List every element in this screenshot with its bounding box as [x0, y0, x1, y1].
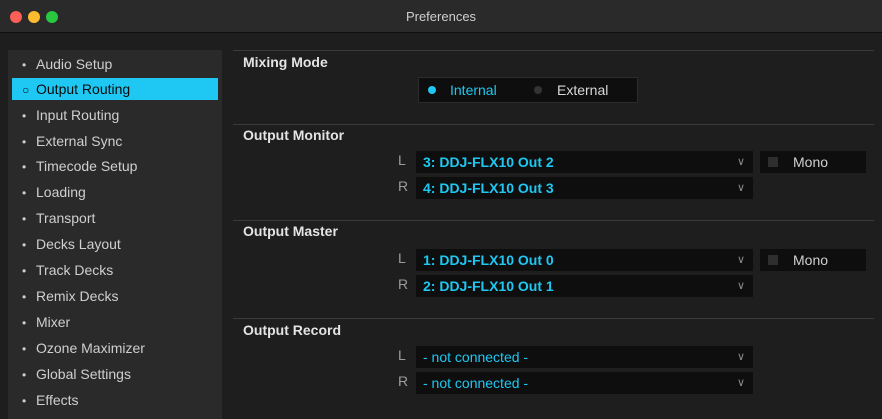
chevron-down-icon: ∨: [736, 280, 745, 292]
output-monitor-title: Output Monitor: [243, 127, 345, 143]
bullet-icon: •: [22, 316, 27, 330]
mixing-mode-external-option[interactable]: External: [527, 78, 637, 102]
sidebar-item-transport[interactable]: • Transport: [12, 207, 218, 229]
sidebar-item-label: Track Decks: [36, 262, 114, 278]
bullet-icon: •: [22, 186, 27, 200]
record-right-select[interactable]: - not connected - ∨: [416, 372, 753, 394]
sidebar-item-label: Loading: [36, 184, 86, 200]
sidebar-item-label: Output Routing: [36, 81, 131, 97]
monitor-left-select-value: 3: DDJ-FLX10 Out 2: [423, 154, 554, 170]
mixing-mode-external-label: External: [557, 82, 609, 98]
radio-selected-icon: [428, 86, 436, 94]
output-routing-panel: Mixing Mode Internal External Output Mon…: [230, 50, 876, 419]
section-divider: [233, 318, 874, 319]
checkbox-icon: [768, 255, 778, 265]
master-right-select[interactable]: 2: DDJ-FLX10 Out 1 ∨: [416, 275, 753, 297]
master-mono-toggle[interactable]: Mono: [760, 249, 866, 271]
sidebar-item-ozone-maximizer[interactable]: • Ozone Maximizer: [12, 337, 218, 359]
record-right-channel-label: R: [398, 373, 409, 389]
sidebar-item-decks-layout[interactable]: • Decks Layout: [12, 233, 218, 255]
sidebar-item-remix-decks[interactable]: • Remix Decks: [12, 285, 218, 307]
record-right-select-value: - not connected -: [423, 375, 529, 391]
mixing-mode-internal-label: Internal: [450, 82, 497, 98]
sidebar-item-label: Ozone Maximizer: [36, 340, 145, 356]
sidebar-item-label: Audio Setup: [36, 56, 113, 72]
bullet-icon: •: [22, 135, 27, 149]
monitor-right-select[interactable]: 4: DDJ-FLX10 Out 3 ∨: [416, 177, 753, 199]
record-left-select-value: - not connected -: [423, 349, 529, 365]
record-left-channel-label: L: [398, 347, 406, 363]
sidebar-item-label: Decks Layout: [36, 236, 121, 252]
sidebar-item-label: Remix Decks: [36, 288, 119, 304]
bullet-icon: •: [22, 342, 27, 356]
monitor-left-channel-label: L: [398, 152, 406, 168]
sidebar-item-label: Input Routing: [36, 107, 120, 123]
master-left-channel-label: L: [398, 250, 406, 266]
master-mono-label: Mono: [793, 252, 829, 268]
mixing-mode-title: Mixing Mode: [243, 54, 328, 70]
bullet-icon: •: [22, 58, 27, 72]
master-left-select[interactable]: 1: DDJ-FLX10 Out 0 ∨: [416, 249, 753, 271]
mixing-mode-toggle: Internal External: [418, 77, 638, 103]
master-right-channel-label: R: [398, 276, 409, 292]
sidebar-item-effects[interactable]: • Effects: [12, 389, 218, 411]
sidebar-item-loading[interactable]: • Loading: [12, 181, 218, 203]
sidebar-item-audio-setup[interactable]: • Audio Setup: [12, 53, 218, 75]
chevron-down-icon: ∨: [736, 377, 745, 389]
sidebar-item-global-settings[interactable]: • Global Settings: [12, 363, 218, 385]
bullet-icon: •: [22, 238, 27, 252]
record-left-select[interactable]: - not connected - ∨: [416, 346, 753, 368]
selected-bullet-icon: ○: [22, 83, 30, 97]
section-divider: [233, 220, 874, 221]
window-title: Preferences: [405, 9, 477, 24]
sidebar-item-label: Global Settings: [36, 366, 131, 382]
preferences-window: Preferences • Audio Setup ○ Output Routing…: [0, 0, 882, 419]
chevron-down-icon: ∨: [736, 156, 745, 168]
sidebar-item-output-routing[interactable]: ○ Output Routing: [12, 78, 218, 100]
monitor-right-channel-label: R: [398, 178, 409, 194]
chevron-down-icon: ∨: [736, 254, 745, 266]
chevron-down-icon: ∨: [736, 182, 745, 194]
master-right-select-value: 2: DDJ-FLX10 Out 1: [423, 278, 554, 294]
bullet-icon: •: [22, 264, 27, 278]
sidebar-item-label: Effects: [36, 392, 79, 408]
sidebar-item-mixer[interactable]: • Mixer: [12, 311, 218, 333]
sidebar-item-label: Transport: [36, 210, 96, 226]
sidebar-item-external-sync[interactable]: • External Sync: [12, 130, 218, 152]
sidebar-item-label: Timecode Setup: [36, 158, 138, 174]
preferences-sidebar: • Audio Setup ○ Output Routing • Input Rout…: [8, 50, 222, 419]
output-record-title: Output Record: [243, 322, 341, 338]
bullet-icon: •: [22, 368, 27, 382]
sidebar-item-track-decks[interactable]: • Track Decks: [12, 259, 218, 281]
section-divider: [233, 50, 874, 51]
monitor-mono-label: Mono: [793, 154, 829, 170]
checkbox-icon: [768, 157, 778, 167]
chevron-down-icon: ∨: [736, 351, 745, 363]
bullet-icon: •: [22, 290, 27, 304]
sidebar-item-label: External Sync: [36, 133, 123, 149]
sidebar-item-input-routing[interactable]: • Input Routing: [12, 104, 218, 126]
monitor-right-select-value: 4: DDJ-FLX10 Out 3: [423, 180, 554, 196]
bullet-icon: •: [22, 109, 27, 123]
sidebar-item-label: Mixer: [36, 314, 71, 330]
bullet-icon: •: [22, 394, 27, 408]
monitor-left-select[interactable]: 3: DDJ-FLX10 Out 2 ∨: [416, 151, 753, 173]
output-master-title: Output Master: [243, 223, 338, 239]
bullet-icon: •: [22, 212, 27, 226]
section-divider: [233, 124, 874, 125]
radio-unselected-icon: [534, 86, 542, 94]
title-bar: Preferences: [0, 0, 882, 33]
mixing-mode-internal-option[interactable]: Internal: [419, 78, 525, 102]
bullet-icon: •: [22, 160, 27, 174]
sidebar-item-timecode-setup[interactable]: • Timecode Setup: [12, 155, 218, 177]
master-left-select-value: 1: DDJ-FLX10 Out 0: [423, 252, 554, 268]
monitor-mono-toggle[interactable]: Mono: [760, 151, 866, 173]
